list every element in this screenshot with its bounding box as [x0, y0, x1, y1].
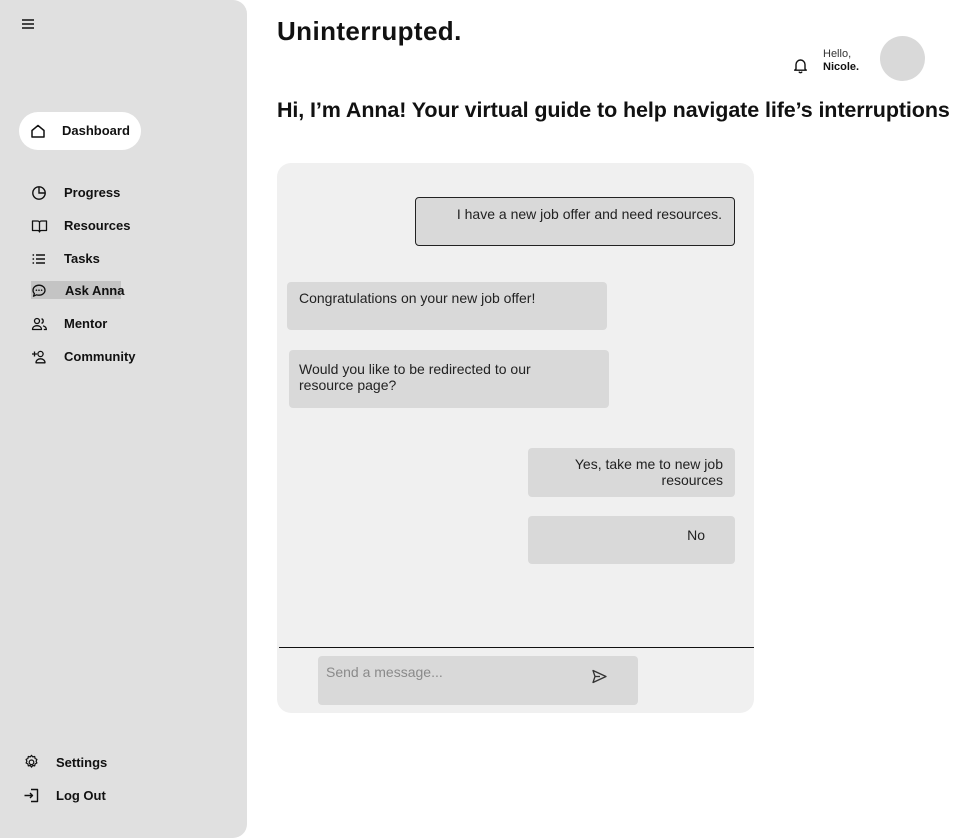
user-plus-icon — [32, 350, 46, 364]
sidebar-item-label: Ask Anna — [65, 283, 125, 298]
send-icon[interactable] — [591, 668, 608, 690]
sidebar-item-label: Settings — [56, 755, 108, 770]
gear-icon — [25, 754, 38, 768]
hamburger-menu-icon[interactable] — [19, 15, 37, 33]
bell-icon[interactable] — [792, 57, 809, 79]
message-input[interactable] — [318, 656, 578, 688]
pie-chart-icon — [32, 186, 46, 200]
user-greeting: Hello, Nicole. — [823, 48, 859, 74]
sidebar-item-label: Dashboard — [62, 123, 130, 138]
sidebar-item-label: Tasks — [64, 251, 100, 266]
chat-message-anna: Would you like to be redirected to our r… — [289, 350, 609, 408]
chat-message-anna: Congratulations on your new job offer! — [287, 282, 607, 330]
page-title: Hi, I’m Anna! Your virtual guide to help… — [277, 98, 950, 122]
sidebar-item-label: Progress — [64, 185, 121, 200]
chat-divider — [279, 647, 754, 648]
message-composer — [318, 656, 638, 705]
sidebar: Dashboard Progress Resources Tasks Ask A… — [0, 0, 247, 838]
chat-message-user: I have a new job offer and need resource… — [415, 197, 735, 246]
sidebar-item-dashboard[interactable]: Dashboard — [19, 112, 141, 150]
users-icon — [31, 317, 47, 331]
user-name: Nicole. — [823, 61, 860, 73]
chat-reply-option-no[interactable]: No — [528, 516, 735, 564]
brand-logo: Uninterrupted. — [277, 16, 462, 46]
sidebar-item-label: Log Out — [56, 788, 106, 803]
chat-icon — [32, 284, 46, 297]
avatar[interactable] — [880, 36, 925, 81]
logout-icon — [24, 788, 39, 803]
list-icon — [32, 254, 45, 264]
sidebar-item-label: Resources — [64, 218, 131, 233]
greeting-text: Hello, — [823, 48, 852, 60]
book-icon — [31, 220, 48, 233]
sidebar-item-label: Community — [64, 349, 136, 364]
chat-reply-option-yes[interactable]: Yes, take me to new job resources — [528, 448, 735, 497]
sidebar-item-label: Mentor — [64, 316, 108, 331]
home-icon — [31, 124, 45, 138]
